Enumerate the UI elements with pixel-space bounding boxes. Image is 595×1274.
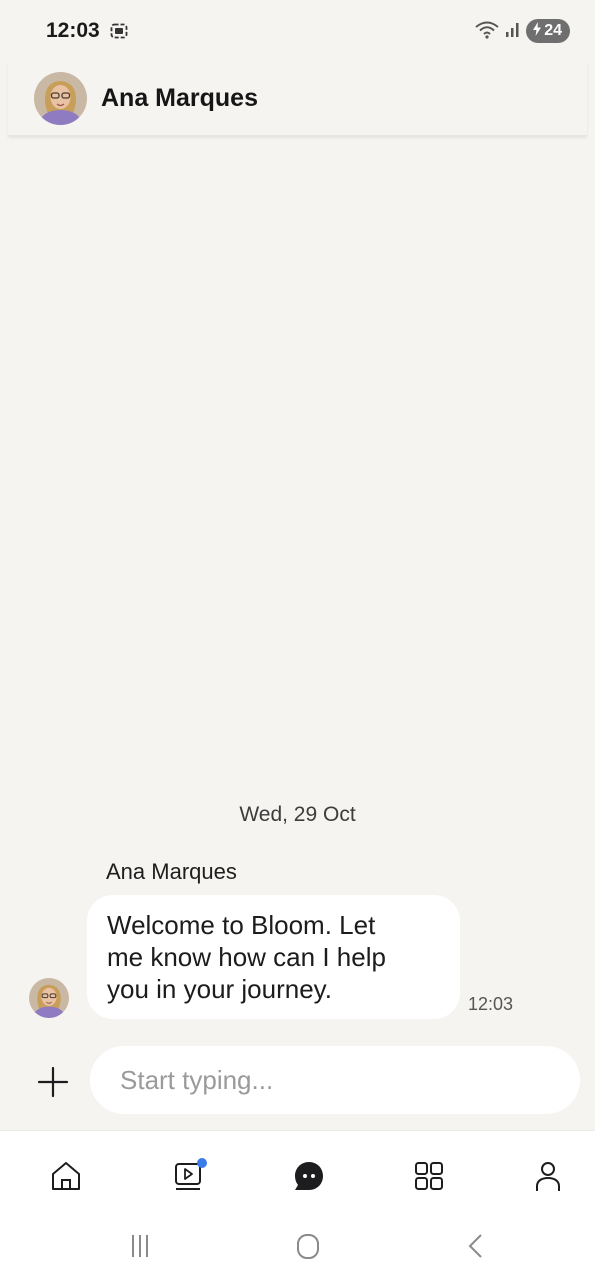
grid-icon: [412, 1159, 446, 1198]
tab-home[interactable]: [46, 1158, 86, 1198]
video-icon: [172, 1157, 208, 1199]
tab-videos[interactable]: [170, 1157, 210, 1199]
bottom-tab-bar: [0, 1130, 595, 1223]
contact-name[interactable]: Ana Marques: [101, 84, 258, 113]
home-icon: [49, 1159, 83, 1198]
chat-icon: [292, 1159, 326, 1198]
message-time: 12:03: [468, 994, 514, 1014]
sender-avatar: [29, 978, 69, 1018]
system-nav-bar: [0, 1222, 595, 1274]
message-line: Welcome to Bloom. Let: [107, 910, 376, 940]
message-line: me know how can I help: [107, 942, 386, 972]
status-right: 24: [474, 19, 570, 44]
date-separator: Wed, 29 Oct: [239, 803, 356, 826]
message-line: you in your journey.: [107, 974, 332, 1004]
message-bubble[interactable]: Welcome to Bloom. Let me know how can I …: [87, 895, 460, 1019]
signal-icon: [505, 20, 521, 43]
person-icon: [531, 1159, 565, 1198]
recents-button[interactable]: [120, 1230, 160, 1266]
status-left: 12:03: [46, 19, 128, 43]
home-nav-icon: [293, 1231, 323, 1266]
recents-icon: [125, 1231, 155, 1266]
home-nav-button[interactable]: [288, 1230, 328, 1266]
status-bar: 12:03 24: [0, 0, 595, 62]
charging-bolt-icon: [532, 21, 542, 41]
back-button[interactable]: [456, 1230, 496, 1266]
tab-profile[interactable]: [528, 1158, 568, 1198]
plus-icon[interactable]: [36, 1065, 70, 1099]
chat-header: Ana Marques: [8, 62, 587, 136]
screen-record-icon: [110, 23, 128, 39]
wifi-icon: [474, 19, 500, 44]
battery-level: 24: [544, 22, 562, 39]
tab-apps[interactable]: [409, 1158, 449, 1198]
tab-chat[interactable]: [289, 1158, 329, 1198]
back-icon: [461, 1231, 491, 1266]
message-sender: Ana Marques: [106, 859, 237, 884]
battery-indicator: 24: [526, 19, 570, 43]
message-input[interactable]: [90, 1046, 580, 1114]
contact-avatar[interactable]: [34, 72, 87, 125]
status-clock: 12:03: [46, 19, 100, 42]
